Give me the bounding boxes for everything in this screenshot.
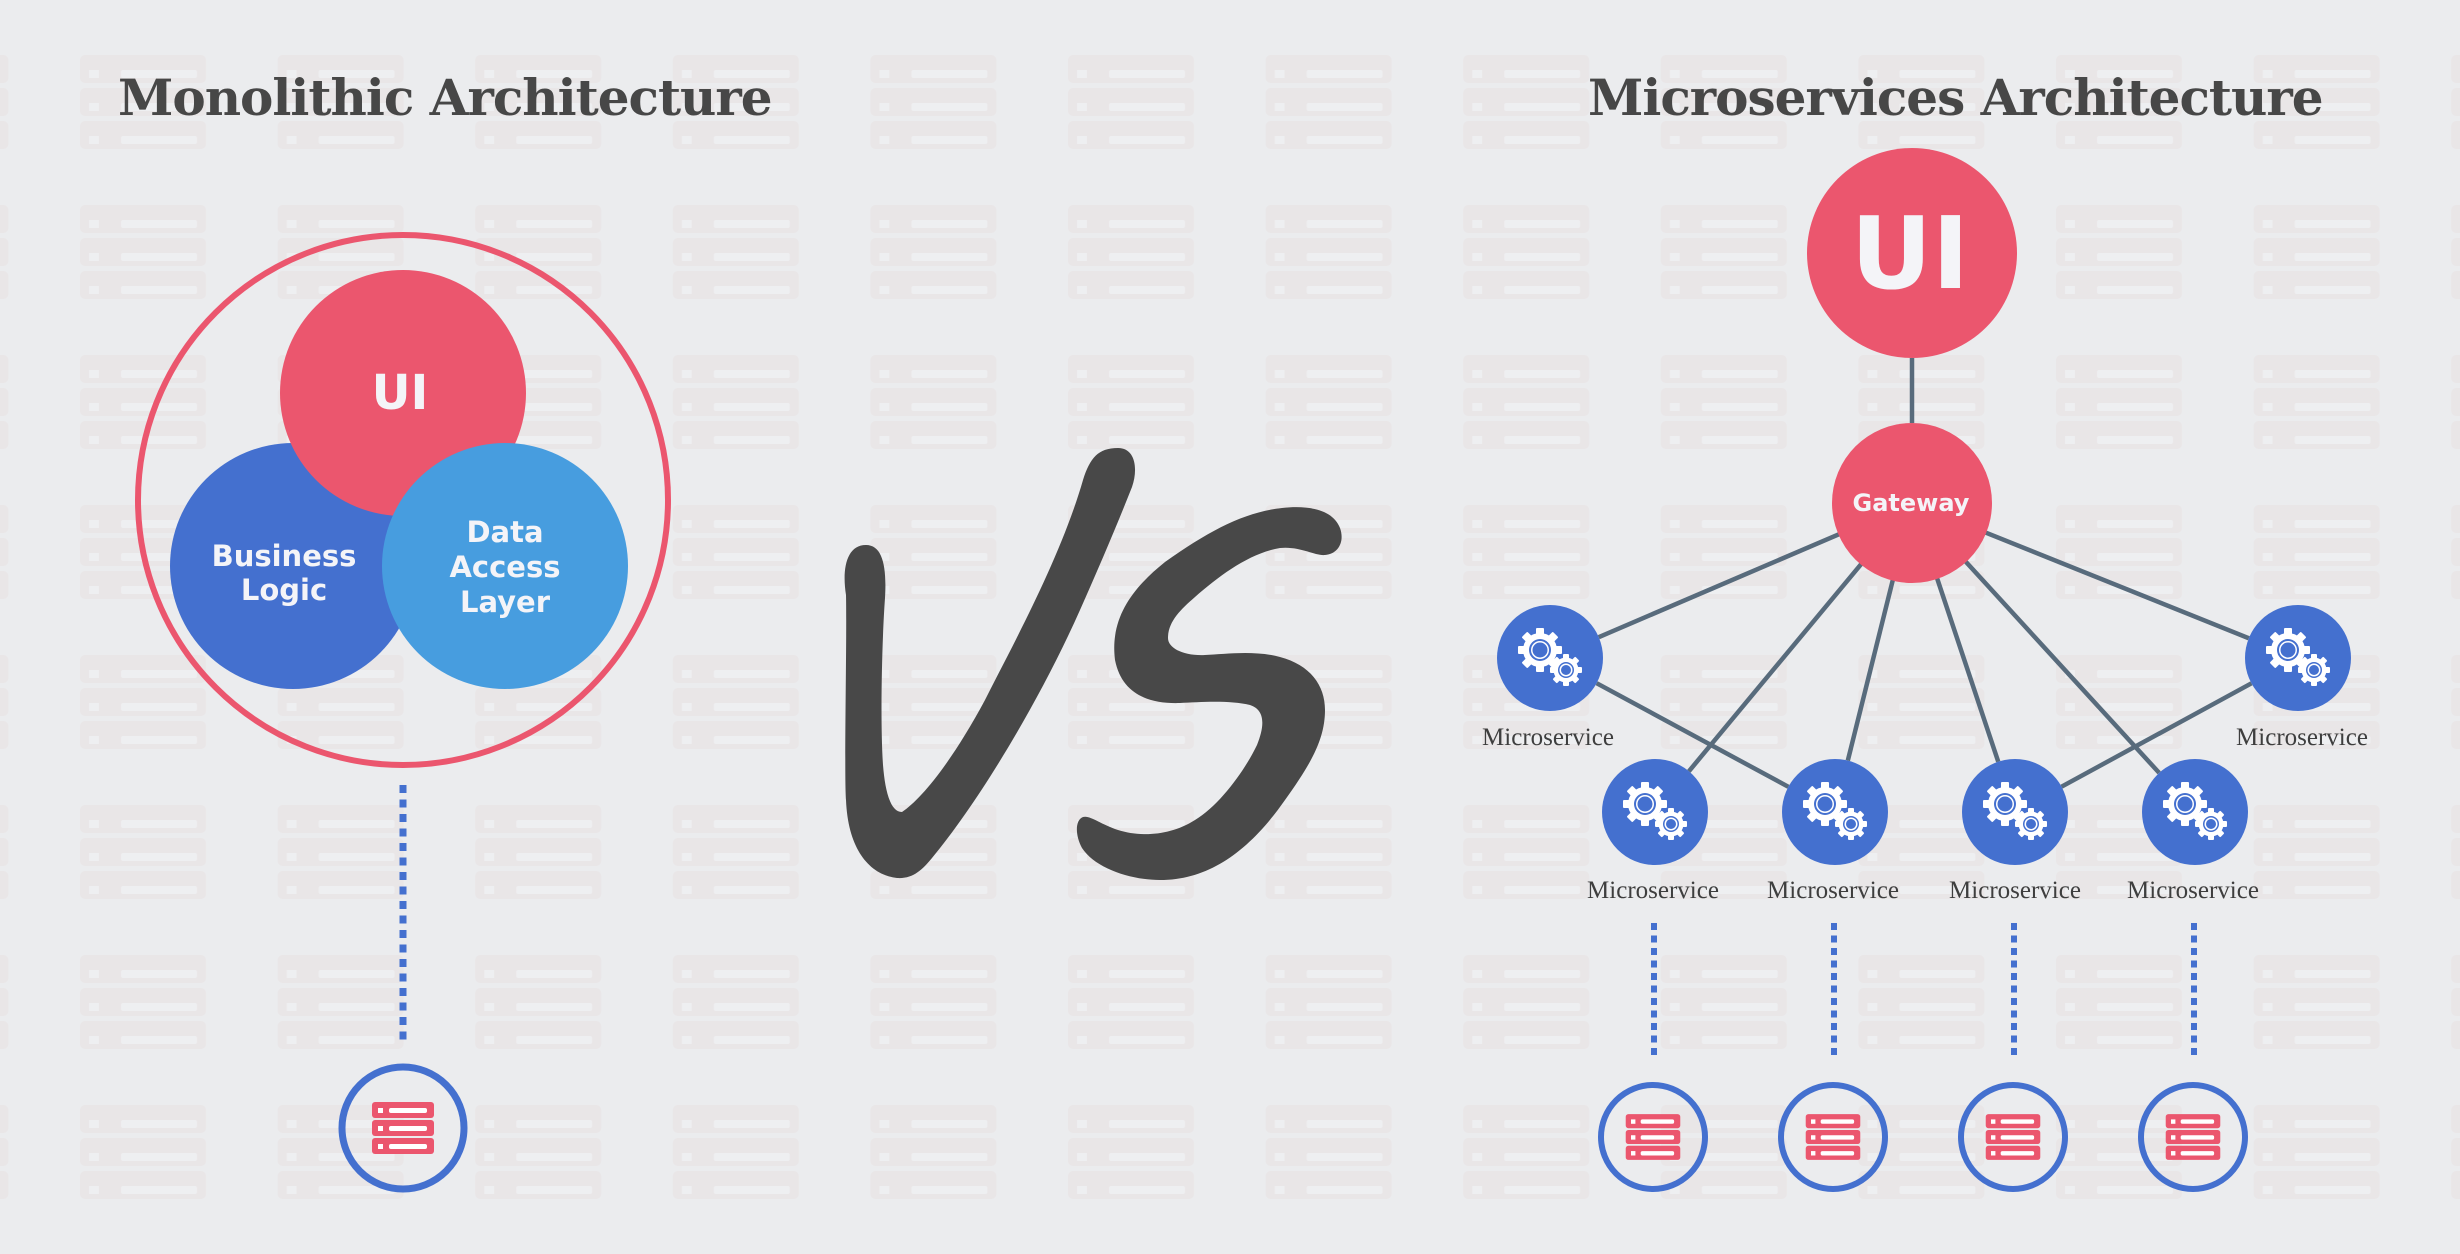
microservice-node: Microservice bbox=[2127, 759, 2259, 904]
microservice-node: Microservice bbox=[1587, 759, 1719, 904]
microservice-node: Microservice bbox=[1482, 605, 1614, 751]
vs-letter-s bbox=[1076, 507, 1342, 880]
server-stack-icon bbox=[372, 1102, 434, 1154]
dal-label-line2: Access bbox=[449, 550, 560, 584]
gateway-label: Gateway bbox=[1853, 489, 1970, 517]
microservice-node: Microservice bbox=[2236, 605, 2368, 751]
monolithic-section: Monolithic Architecture Business Logic U… bbox=[118, 68, 773, 1193]
vs-letter-v bbox=[844, 448, 1136, 879]
microservices-ui-label: UI bbox=[1851, 195, 1969, 312]
data-access-layer-circle: Data Access Layer bbox=[382, 443, 628, 689]
architecture-diagram: Monolithic Architecture Business Logic U… bbox=[118, 68, 2368, 1193]
microservice-nodes: Microservice Microservice Microservice Micr… bbox=[1482, 605, 2368, 904]
microservice-databases bbox=[1598, 923, 2248, 1192]
server-stack-icon bbox=[2165, 1114, 2221, 1160]
server-stack-icon bbox=[1805, 1114, 1861, 1160]
microservice-database bbox=[1778, 923, 1888, 1192]
gateway-connector-line bbox=[1845, 578, 1896, 762]
microservice-node: Microservice bbox=[1767, 759, 1899, 904]
microservice-label: Microservice bbox=[1949, 877, 2081, 904]
monolith-database bbox=[338, 1063, 468, 1193]
gateway-circle: Gateway bbox=[1832, 423, 1992, 583]
microservices-title: Microservices Architecture bbox=[1588, 68, 2323, 127]
microservice-label: Microservice bbox=[1482, 724, 1614, 751]
gateway-connector-line bbox=[1597, 531, 1842, 640]
business-logic-label-line2: Logic bbox=[241, 573, 327, 607]
monolith-ui-label: UI bbox=[372, 365, 429, 421]
dal-label-line3: Layer bbox=[460, 585, 551, 619]
business-logic-label-line1: Business bbox=[212, 539, 357, 573]
gateway-connector-line bbox=[1934, 576, 2001, 763]
microservice-database bbox=[2138, 923, 2248, 1192]
microservices-ui-circle: UI bbox=[1807, 148, 2017, 358]
microservice-database bbox=[1958, 923, 2068, 1192]
microservice-label: Microservice bbox=[1587, 877, 1719, 904]
microservices-section: Microservices Architecture UI Gateway Mi… bbox=[1482, 68, 2368, 1192]
microservice-label: Microservice bbox=[1767, 877, 1899, 904]
microservice-database bbox=[1598, 923, 1708, 1192]
microservice-node: Microservice bbox=[1949, 759, 2081, 904]
dal-label-line1: Data bbox=[466, 515, 543, 549]
versus-mark: VS bbox=[844, 448, 1342, 880]
microservice-label: Microservice bbox=[2236, 724, 2368, 751]
gateway-connector-line bbox=[1687, 561, 1864, 773]
server-stack-icon bbox=[1985, 1114, 2041, 1160]
monolithic-title: Monolithic Architecture bbox=[118, 68, 772, 127]
microservice-label: Microservice bbox=[2127, 877, 2259, 904]
server-stack-icon bbox=[1625, 1114, 1681, 1160]
